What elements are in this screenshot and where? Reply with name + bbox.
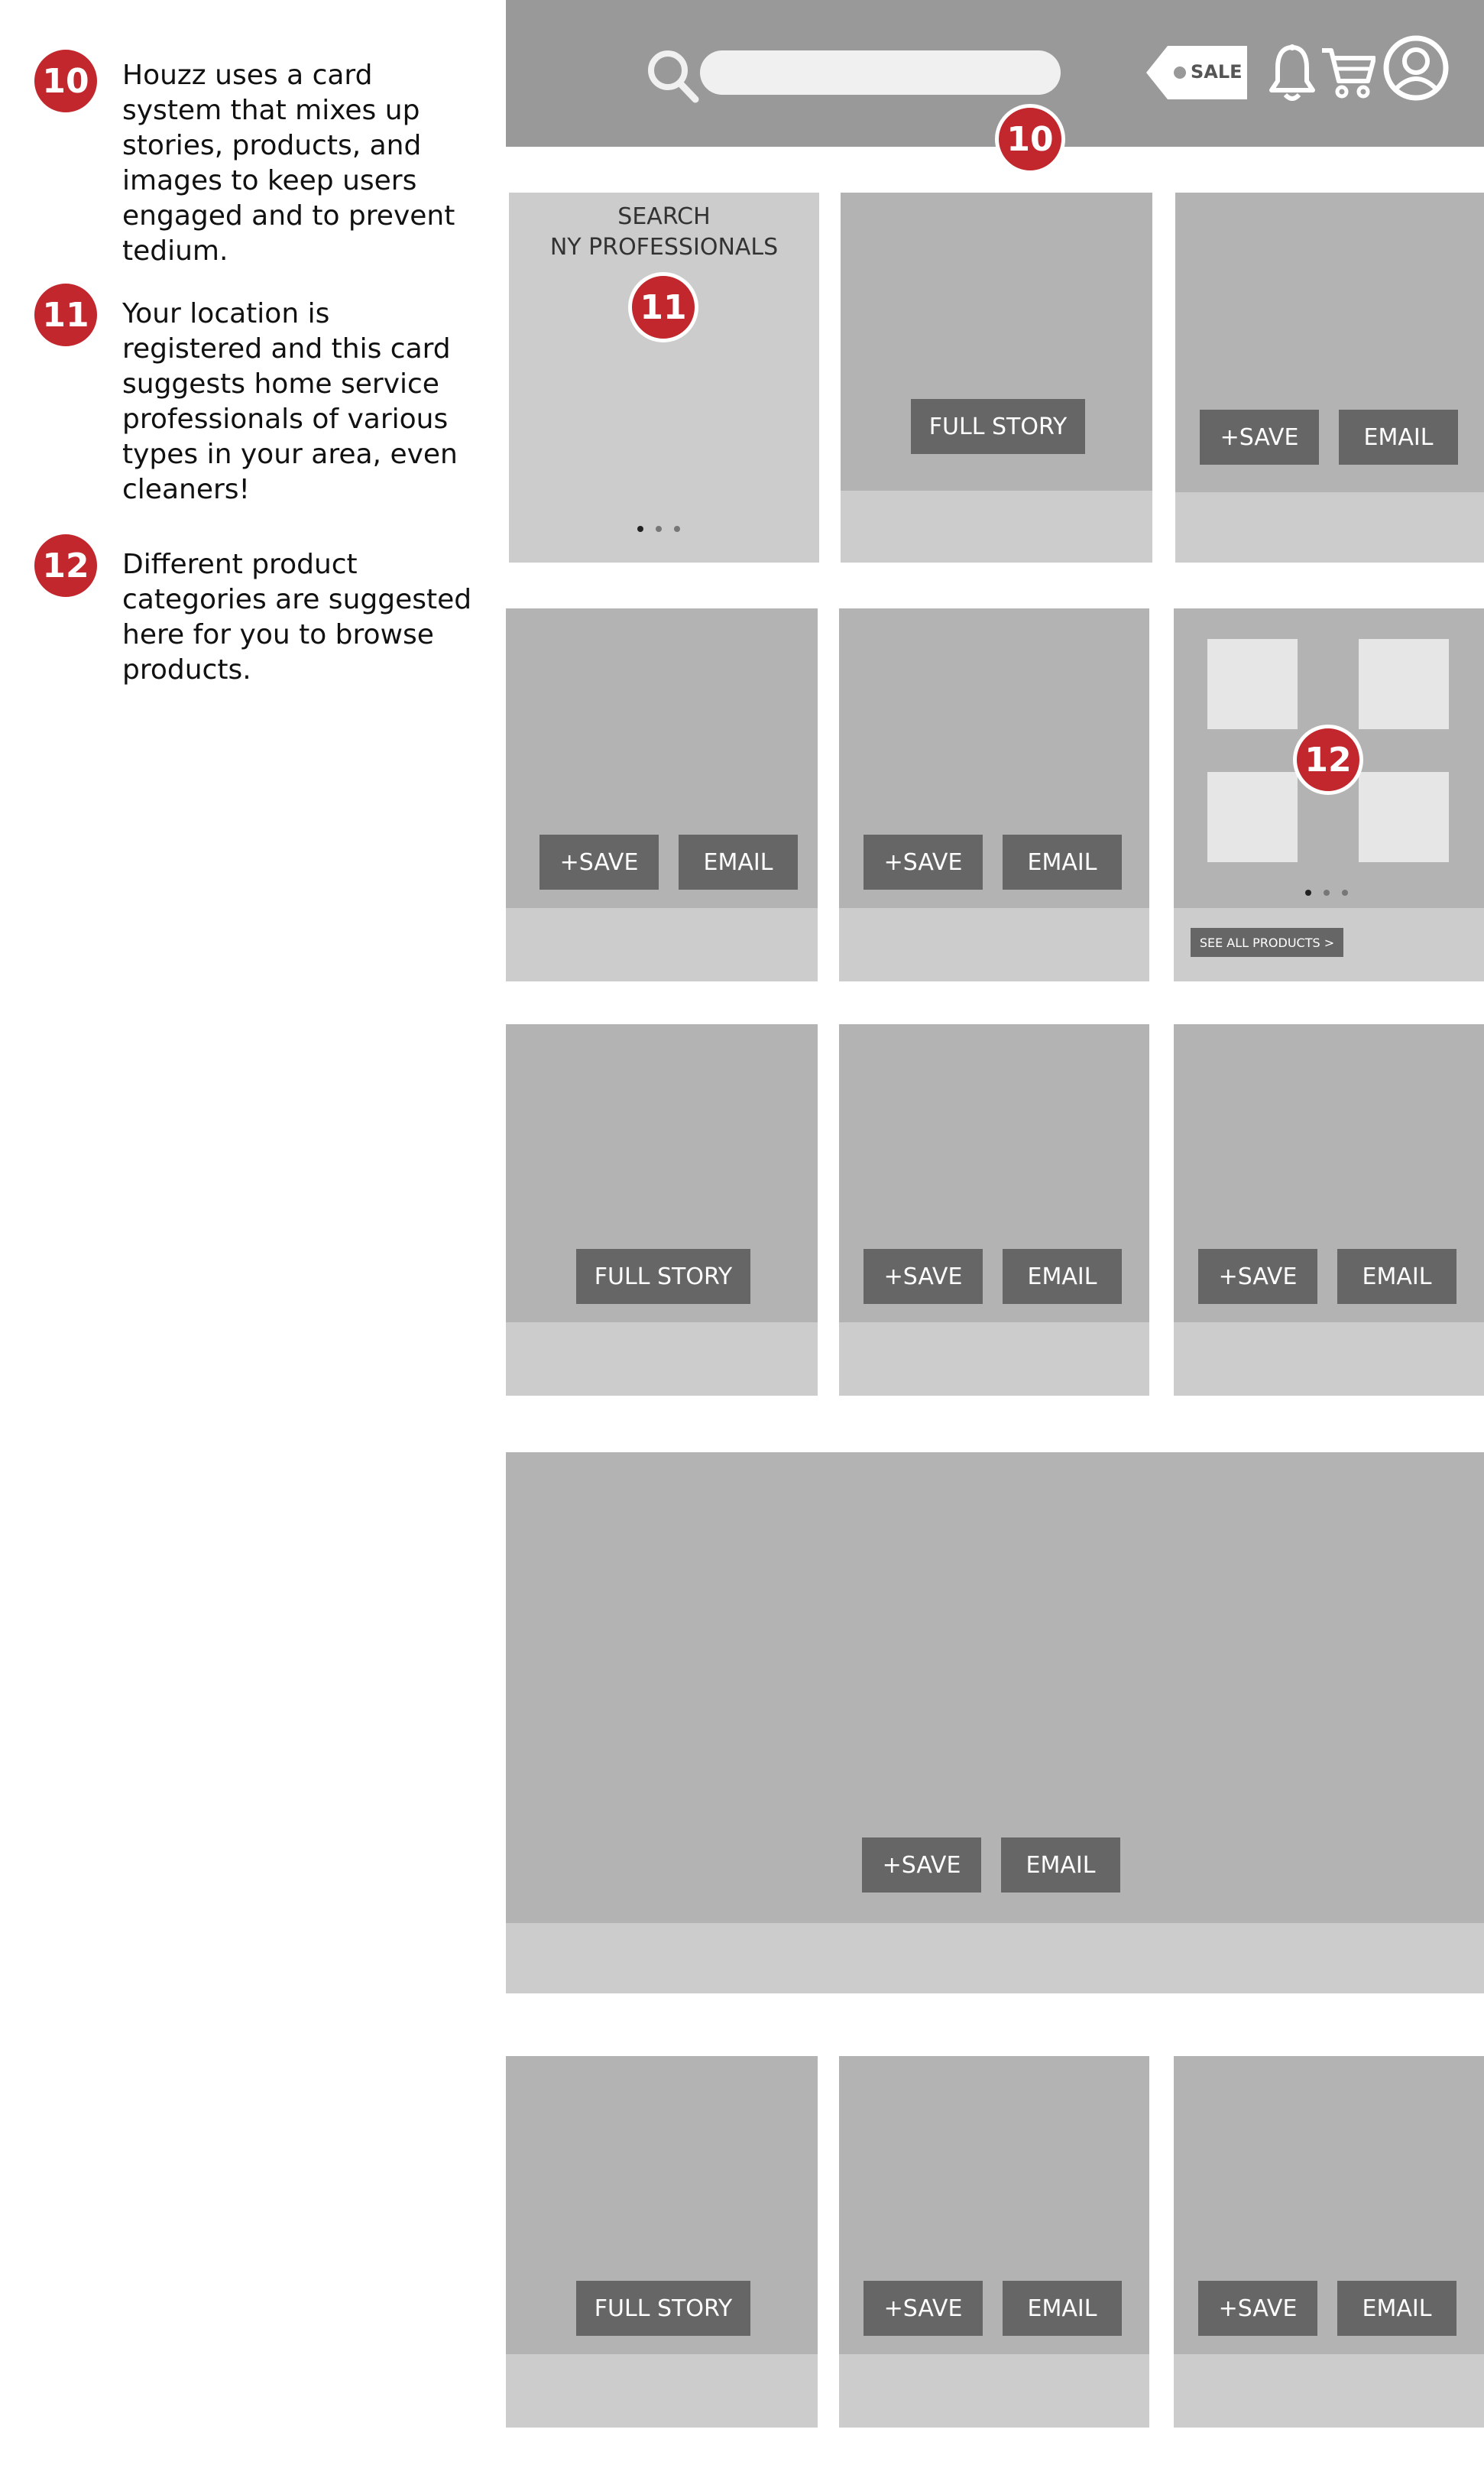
email-button[interactable]: EMAIL (1003, 1249, 1122, 1304)
full-story-button[interactable]: FULL STORY (911, 399, 1085, 454)
product-card[interactable]: +SAVE EMAIL (839, 1024, 1149, 1396)
annotation-badge-12-card: 12 (1293, 725, 1363, 795)
product-card[interactable]: +SAVE EMAIL (839, 2056, 1149, 2428)
category-tile[interactable] (1359, 639, 1449, 729)
card-footer (839, 1322, 1149, 1396)
sale-tag-button[interactable]: SALE (1145, 44, 1250, 101)
email-button[interactable]: EMAIL (1003, 835, 1122, 890)
category-tile[interactable] (1359, 772, 1449, 862)
carousel-dot[interactable] (1324, 890, 1330, 896)
full-story-button[interactable]: FULL STORY (576, 2281, 750, 2336)
card-footer (506, 1322, 818, 1396)
category-tile[interactable] (1207, 772, 1298, 862)
annotation-text-11: Your location is registered and this car… (122, 298, 458, 505)
save-button[interactable]: +SAVE (539, 835, 659, 890)
product-card[interactable]: +SAVE EMAIL (1174, 1024, 1484, 1396)
cart-icon[interactable] (1320, 46, 1376, 99)
card-footer (1174, 1322, 1484, 1396)
story-card[interactable]: FULL STORY (506, 1024, 818, 1396)
professionals-card-title: SEARCH (617, 203, 711, 230)
card-footer (506, 1923, 1484, 1993)
annotation-text-10: Houzz uses a card system that mixes up s… (122, 60, 455, 267)
product-card[interactable]: +SAVE EMAIL (839, 608, 1149, 981)
email-button[interactable]: EMAIL (1339, 410, 1458, 465)
product-card[interactable]: +SAVE EMAIL (1175, 193, 1484, 563)
full-story-button[interactable]: FULL STORY (576, 1249, 750, 1304)
story-card[interactable]: FULL STORY (506, 2056, 818, 2428)
save-button[interactable]: +SAVE (864, 835, 983, 890)
carousel-dot[interactable] (1342, 890, 1348, 896)
carousel-dot[interactable] (674, 526, 680, 532)
annotation-text-12: Different product categories are suggest… (122, 549, 472, 686)
save-button[interactable]: +SAVE (1200, 410, 1319, 465)
professionals-card[interactable]: SEARCH NY PROFESSIONALS (509, 193, 819, 563)
annotation-badge-10-header: 10 (995, 104, 1065, 174)
bell-icon[interactable] (1267, 43, 1317, 104)
see-all-products-button[interactable]: SEE ALL PRODUCTS > (1191, 928, 1343, 957)
carousel-dot[interactable] (637, 526, 643, 532)
save-button[interactable]: +SAVE (862, 1837, 981, 1893)
card-footer (839, 908, 1149, 981)
annotation-badge-11: 11 (31, 280, 101, 350)
product-card[interactable]: +SAVE EMAIL (506, 608, 818, 981)
save-button[interactable]: +SAVE (864, 1249, 983, 1304)
carousel-dots[interactable] (637, 526, 680, 532)
category-tile[interactable] (1207, 639, 1298, 729)
save-button[interactable]: +SAVE (1198, 2281, 1317, 2336)
product-card[interactable]: +SAVE EMAIL (1174, 2056, 1484, 2428)
product-categories-card[interactable]: SEE ALL PRODUCTS > (1174, 608, 1484, 981)
user-profile-icon[interactable] (1383, 35, 1449, 101)
wide-product-card[interactable]: +SAVE EMAIL (506, 1452, 1484, 1993)
email-button[interactable]: EMAIL (679, 835, 798, 890)
email-button[interactable]: EMAIL (1337, 1249, 1456, 1304)
email-button[interactable]: EMAIL (1001, 1837, 1120, 1893)
carousel-dot[interactable] (656, 526, 662, 532)
annotation-badge-11-card: 11 (628, 272, 698, 342)
card-footer (1175, 492, 1484, 563)
carousel-dots[interactable] (1305, 890, 1348, 896)
search-icon[interactable] (646, 47, 700, 104)
story-card[interactable]: FULL STORY (841, 193, 1152, 563)
email-button[interactable]: EMAIL (1337, 2281, 1456, 2336)
annotation-badge-12: 12 (31, 530, 101, 601)
search-input[interactable] (700, 50, 1061, 95)
sale-tag-label: SALE (1191, 61, 1243, 83)
save-button[interactable]: +SAVE (1198, 1249, 1317, 1304)
annotation-badge-10: 10 (31, 46, 101, 116)
email-button[interactable]: EMAIL (1003, 2281, 1122, 2336)
card-footer (506, 2354, 818, 2428)
save-button[interactable]: +SAVE (864, 2281, 983, 2336)
carousel-dot[interactable] (1305, 890, 1311, 896)
card-footer (841, 491, 1152, 563)
professionals-card-subtitle: NY PROFESSIONALS (549, 234, 779, 261)
card-footer (839, 2354, 1149, 2428)
card-footer (506, 908, 818, 981)
card-footer (1174, 2354, 1484, 2428)
